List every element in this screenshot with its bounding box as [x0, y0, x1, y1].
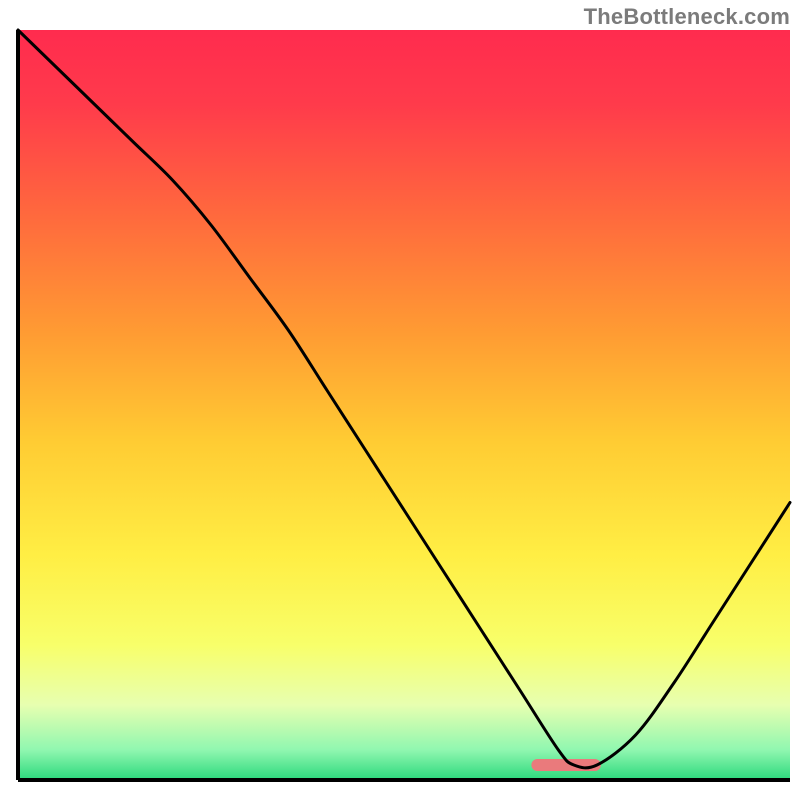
watermark-text: TheBottleneck.com: [584, 4, 790, 30]
chart-svg: [0, 0, 800, 800]
plot-area: [18, 30, 790, 780]
bottleneck-chart: TheBottleneck.com: [0, 0, 800, 800]
